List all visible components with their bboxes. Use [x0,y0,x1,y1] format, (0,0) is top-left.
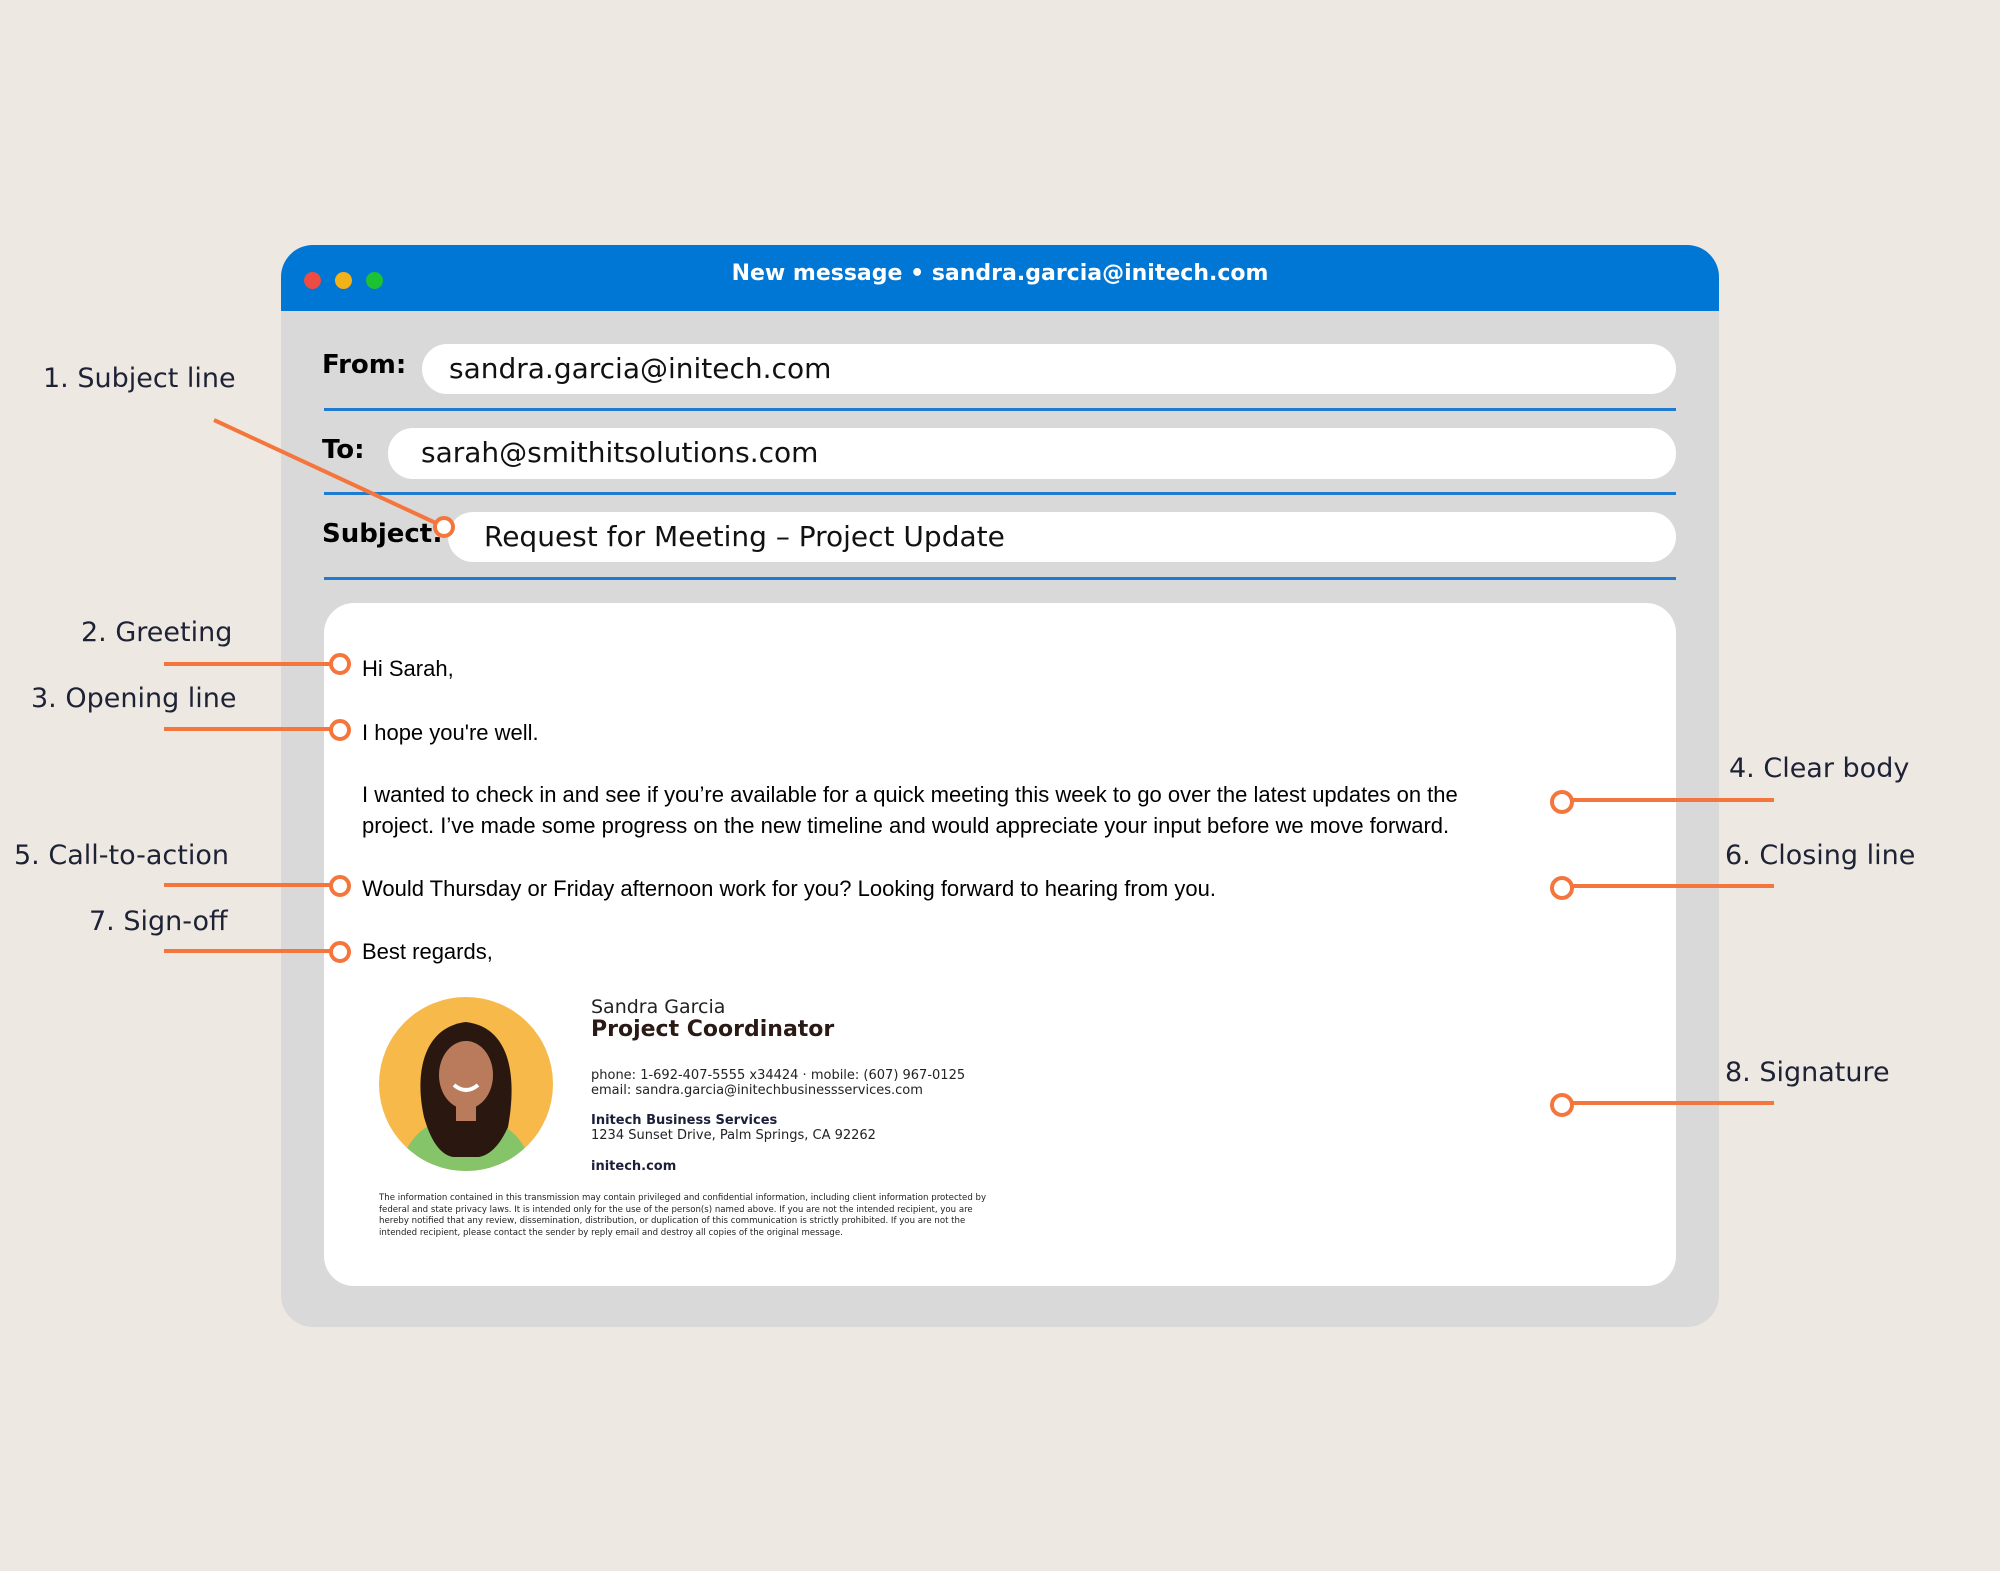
annotation-sign-off: 7. Sign-off [89,906,228,937]
connector-signoff-dot [329,941,351,963]
annotation-opening-line: 3. Opening line [31,683,237,714]
connector-body-dot [1550,790,1574,814]
annotation-greeting: 2. Greeting [81,617,233,648]
connector-subject-dot [433,516,455,538]
connector-opening-dot [329,719,351,741]
annotation-clear-body: 4. Clear body [1729,753,1910,784]
connector-closing-dot [1550,876,1574,900]
annotation-connectors [164,418,1774,1117]
annotation-signature: 8. Signature [1725,1057,1890,1088]
connector-subject-line [213,418,439,526]
annotation-closing-line: 6. Closing line [1725,840,1916,871]
annotation-subject-line: 1. Subject line [43,363,236,394]
connector-greeting-dot [329,653,351,675]
connector-signature-dot [1550,1093,1574,1117]
connector-cta-dot [329,875,351,897]
annotation-call-to-action: 5. Call-to-action [14,840,229,871]
